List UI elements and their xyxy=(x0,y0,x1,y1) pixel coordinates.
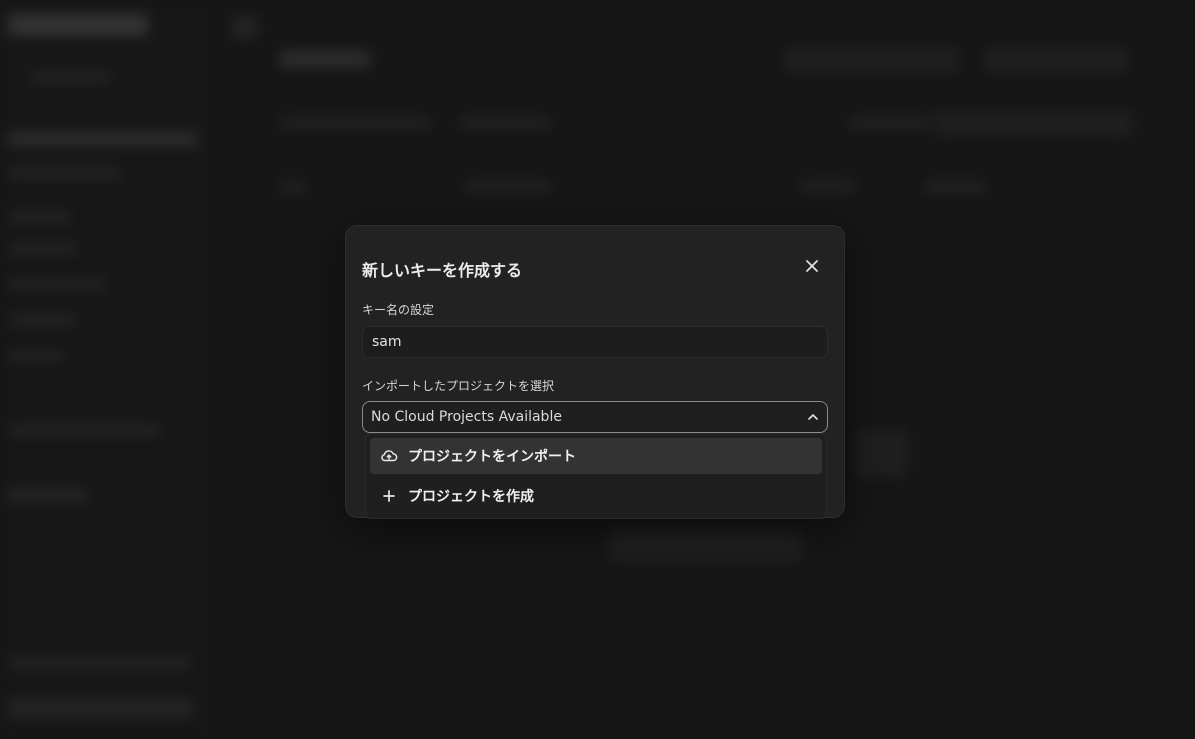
chevron-up-icon xyxy=(808,414,818,420)
cloud-upload-icon xyxy=(380,447,398,465)
close-button[interactable] xyxy=(802,256,822,276)
key-name-label: キー名の設定 xyxy=(362,303,435,317)
project-select-label: インポートしたプロジェクトを選択 xyxy=(362,379,555,393)
menu-item-label: プロジェクトを作成 xyxy=(408,489,534,505)
menu-item-create-project[interactable]: プロジェクトを作成 xyxy=(370,478,822,514)
plus-icon xyxy=(380,487,398,505)
dialog-title: 新しいキーを作成する xyxy=(362,261,523,280)
menu-item-import-project[interactable]: プロジェクトをインポート xyxy=(370,438,822,474)
key-name-input[interactable] xyxy=(362,326,828,358)
menu-item-label: プロジェクトをインポート xyxy=(408,449,576,465)
project-dropdown-menu: プロジェクトをインポート プロジェクトを作成 xyxy=(365,433,827,519)
project-select-value: No Cloud Projects Available xyxy=(371,409,562,425)
close-icon xyxy=(806,260,818,272)
project-select[interactable]: No Cloud Projects Available xyxy=(362,401,828,433)
